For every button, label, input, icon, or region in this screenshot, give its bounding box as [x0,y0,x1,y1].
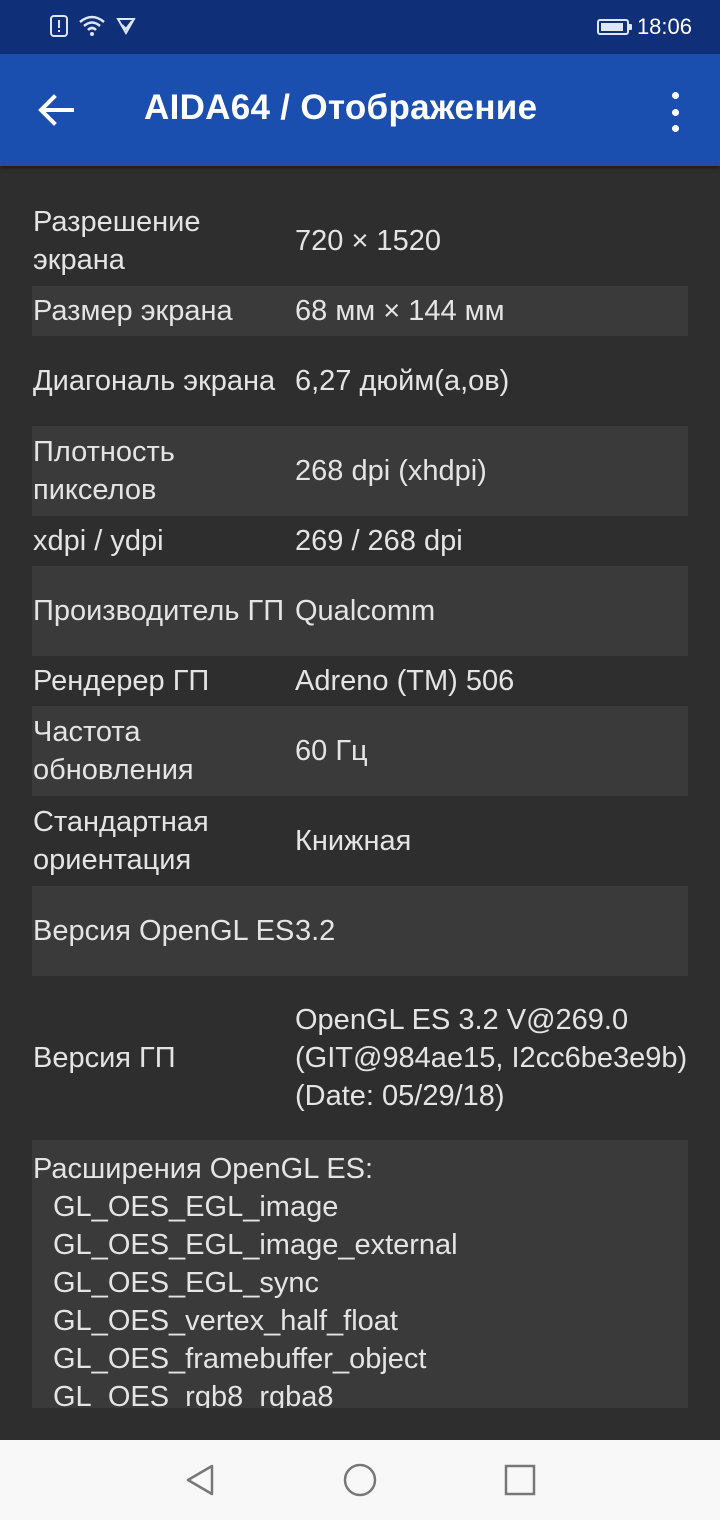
extension-item: GL_OES_EGL_image_external [53,1229,458,1261]
extension-item: GL_OES_EGL_sync [53,1267,319,1299]
info-value: OpenGL ES 3.2 V@269.0 (GIT@984ae15, I2cc… [295,1004,688,1112]
info-row-orientation: Стандартная ориентация Книжная [32,796,688,886]
clock: 18:06 [636,14,692,39]
info-value: 720 × 1520 [295,225,441,257]
info-value: 60 Гц [295,735,368,767]
info-key: Размер экрана [33,295,233,327]
info-value: 269 / 268 dpi [295,525,463,557]
extension-item: GL_OES_vertex_half_float [53,1305,398,1337]
extension-item: GL_OES_framebuffer_object [53,1343,427,1375]
system-nav-bar [0,1440,720,1520]
info-key: xdpi / ydpi [33,525,164,557]
info-key: Стандартная ориентация [33,806,209,876]
opengl-extensions-block: Расширения OpenGL ES: GL_OES_EGL_image G… [32,1140,688,1408]
data-transfer-icon [116,18,136,36]
info-value: Книжная [295,825,412,857]
info-value: 6,27 дюйм(а,ов) [295,365,510,397]
info-row-screen-size: Размер экрана 68 мм × 144 мм [32,286,688,336]
info-value: 268 dpi (xhdpi) [295,455,487,487]
back-arrow-icon[interactable] [36,90,76,130]
info-value: Qualcomm [295,595,436,627]
info-row-xdpi-ydpi: xdpi / ydpi 269 / 268 dpi [32,516,688,566]
app-bar: AIDA64 / Отображение [0,54,720,166]
info-list[interactable]: Разрешение экрана 720 × 1520 Размер экра… [32,196,688,1408]
info-key: Версия ГП [33,1042,176,1074]
status-right: 18:06 [596,10,692,44]
info-row-refresh-rate: Частота обновления 60 Гц [32,706,688,796]
info-row-opengl-version: Версия OpenGL ES 3.2 [32,886,688,976]
status-icons [50,12,136,40]
page-title: AIDA64 / Отображение [144,88,538,127]
info-row-gpu-vendor: Производитель ГП Qualcomm [32,566,688,656]
wifi-icon [79,15,105,36]
info-row-gpu-renderer: Рендерер ГП Adreno (TM) 506 [32,656,688,706]
info-key: Диагональ экрана [33,365,276,397]
info-key: Рендерер ГП [33,665,210,697]
extension-item: GL_OES_EGL_image [53,1191,339,1223]
info-row-gpu-version: Версия ГП OpenGL ES 3.2 V@269.0 (GIT@984… [32,976,688,1140]
info-row-resolution: Разрешение экрана 720 × 1520 [32,196,688,286]
extensions-header: Расширения OpenGL ES: [33,1153,374,1185]
status-bar: 18:06 [0,0,720,54]
nav-home-icon[interactable] [342,1462,378,1498]
extension-item: GL_OES_rgb8_rgba8 [53,1381,334,1408]
info-value: Adreno (TM) 506 [295,665,515,697]
info-row-pixel-density: Плотность пикселов 268 dpi (xhdpi) [32,426,688,516]
overflow-menu-icon[interactable] [660,92,690,132]
alert-icon [50,15,68,37]
info-key: Версия OpenGL ES [33,915,295,947]
info-value: 3.2 [295,915,336,947]
info-key: Разрешение экрана [33,206,201,276]
info-row-diagonal: Диагональ экрана 6,27 дюйм(а,ов) [32,336,688,426]
nav-recents-icon[interactable] [502,1462,538,1498]
battery-icon [596,19,632,35]
info-key: Плотность пикселов [33,436,175,506]
info-key: Производитель ГП [33,595,285,627]
info-key: Частота обновления [33,716,194,786]
nav-back-icon[interactable] [182,1462,218,1498]
info-value: 68 мм × 144 мм [295,295,505,327]
